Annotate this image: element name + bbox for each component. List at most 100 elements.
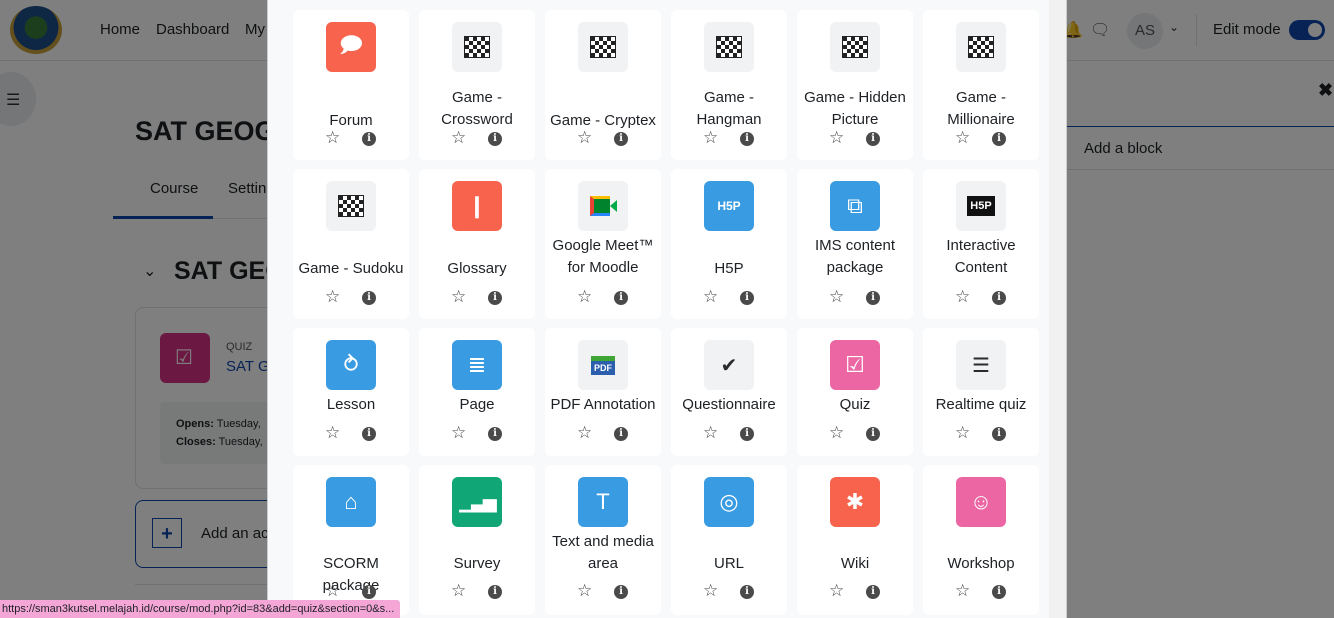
info-icon[interactable]: i <box>614 585 628 599</box>
star-icon[interactable]: ☆ <box>577 128 592 148</box>
activity-tile[interactable]: Game - Cryptex ☆ i <box>545 10 661 160</box>
info-icon[interactable]: i <box>488 585 502 599</box>
activity-tile[interactable]: ▁▃▅ Survey ☆ i <box>419 465 535 615</box>
info-icon[interactable]: i <box>740 132 754 146</box>
star-icon[interactable]: ☆ <box>955 128 970 148</box>
info-icon[interactable]: i <box>992 427 1006 441</box>
bar-chart-icon: ▁▃▅ <box>452 477 502 527</box>
star-icon[interactable]: ☆ <box>955 287 970 307</box>
star-icon[interactable]: ☆ <box>577 423 592 443</box>
info-icon[interactable]: i <box>362 291 376 305</box>
browser-status-url: https://sman3kutsel.melajah.id/course/mo… <box>0 600 401 618</box>
star-icon[interactable]: ☆ <box>577 287 592 307</box>
activity-name: Forum <box>329 112 373 129</box>
google-meet-icon <box>578 181 628 231</box>
info-icon[interactable]: i <box>866 132 880 146</box>
info-icon[interactable]: i <box>992 132 1006 146</box>
star-icon[interactable]: ☆ <box>451 423 466 443</box>
activity-tile[interactable]: ✔ Questionnaire ☆ i <box>671 328 787 456</box>
pdf-icon: PDF <box>578 340 628 390</box>
activity-tile[interactable]: Game - Hidden Picture ☆ i <box>797 10 913 160</box>
activity-name: Survey <box>453 555 501 572</box>
activity-tile[interactable]: ❙ Glossary ☆ i <box>419 169 535 319</box>
activity-tile[interactable]: Game - Sudoku ☆ i <box>293 169 409 319</box>
info-icon[interactable]: i <box>866 427 880 441</box>
star-icon[interactable]: ☆ <box>955 423 970 443</box>
activity-tile[interactable]: ⌂ SCORM package ☆ i <box>293 465 409 615</box>
star-icon[interactable]: ☆ <box>703 423 718 443</box>
info-icon[interactable]: i <box>866 585 880 599</box>
info-icon[interactable]: i <box>740 291 754 305</box>
info-icon[interactable]: i <box>614 291 628 305</box>
activity-name: Game - Sudoku <box>298 260 404 277</box>
activity-chooser-modal: 🗩 Forum ☆ i Game - Crossword ☆ i Game - Cryptex ☆… <box>267 0 1067 618</box>
activity-tile[interactable]: H5P H5P ☆ i <box>671 169 787 319</box>
activity-name: Wiki <box>840 555 870 572</box>
info-icon[interactable]: i <box>740 427 754 441</box>
star-icon[interactable]: ☆ <box>829 423 844 443</box>
chessboard-icon <box>452 22 502 72</box>
activity-tile[interactable]: ✱ Wiki ☆ i <box>797 465 913 615</box>
info-icon[interactable]: i <box>488 132 502 146</box>
star-icon[interactable]: ☆ <box>829 287 844 307</box>
star-icon[interactable]: ☆ <box>451 128 466 148</box>
info-icon[interactable]: i <box>488 291 502 305</box>
info-icon[interactable]: i <box>866 291 880 305</box>
text-frame-icon: T <box>578 477 628 527</box>
network-icon: ✱ <box>830 477 880 527</box>
activity-name: Questionnaire <box>682 396 776 413</box>
activity-tile[interactable]: PDF PDF Annotation ☆ i <box>545 328 661 456</box>
star-icon[interactable]: ☆ <box>829 128 844 148</box>
activity-tile[interactable]: T Text and media area ☆ i <box>545 465 661 615</box>
star-icon[interactable]: ☆ <box>577 581 592 601</box>
activity-name: Lesson <box>326 396 376 413</box>
modal-scrollbar[interactable] <box>1049 0 1066 618</box>
activity-tile[interactable]: ◎ URL ☆ i <box>671 465 787 615</box>
activity-name: IMS content package <box>814 237 896 276</box>
activity-tile[interactable]: 🗩 Forum ☆ i <box>293 10 409 160</box>
star-icon[interactable]: ☆ <box>829 581 844 601</box>
chessboard-icon <box>704 22 754 72</box>
star-icon[interactable]: ☆ <box>703 287 718 307</box>
activity-tile[interactable]: Game - Hangman ☆ i <box>671 10 787 160</box>
activity-tile[interactable]: ☰ Realtime quiz ☆ i <box>923 328 1039 456</box>
star-icon[interactable]: ☆ <box>451 581 466 601</box>
star-icon[interactable]: ☆ <box>703 581 718 601</box>
star-icon[interactable]: ☆ <box>955 581 970 601</box>
list-icon: ☰ <box>956 340 1006 390</box>
chessboard-icon <box>326 181 376 231</box>
star-icon[interactable]: ☆ <box>325 423 340 443</box>
activity-tile[interactable]: ☺ Workshop ☆ i <box>923 465 1039 615</box>
questionnaire-icon: ✔ <box>704 340 754 390</box>
activity-tile[interactable]: Game - Crossword ☆ i <box>419 10 535 160</box>
info-icon[interactable]: i <box>992 585 1006 599</box>
info-icon[interactable]: i <box>992 291 1006 305</box>
info-icon[interactable]: i <box>740 585 754 599</box>
page-icon: ≣ <box>452 340 502 390</box>
book-icon: ❙ <box>452 181 502 231</box>
activity-tile[interactable]: ☑ Quiz ☆ i <box>797 328 913 456</box>
activity-tile[interactable]: ⥁ Lesson ☆ i <box>293 328 409 456</box>
star-icon[interactable]: ☆ <box>451 287 466 307</box>
info-icon[interactable]: i <box>362 427 376 441</box>
info-icon[interactable]: i <box>362 132 376 146</box>
box-icon: ⌂ <box>326 477 376 527</box>
star-icon[interactable]: ☆ <box>325 128 340 148</box>
chessboard-icon <box>578 22 628 72</box>
star-icon[interactable]: ☆ <box>325 287 340 307</box>
activity-tile[interactable]: H5P Interactive Content ☆ i <box>923 169 1039 319</box>
activity-name: Game - Crossword <box>441 89 513 128</box>
activity-name: Realtime quiz <box>935 396 1027 413</box>
quiz-icon: ☑ <box>830 340 880 390</box>
info-icon[interactable]: i <box>614 132 628 146</box>
info-icon[interactable]: i <box>614 427 628 441</box>
info-icon[interactable]: i <box>362 585 376 599</box>
star-icon[interactable]: ☆ <box>703 128 718 148</box>
star-icon[interactable]: ☆ <box>325 581 340 601</box>
activity-tile[interactable]: Google Meet™ for Moodle ☆ i <box>545 169 661 319</box>
activity-name: H5P <box>714 260 744 277</box>
activity-tile[interactable]: Game - Millionaire ☆ i <box>923 10 1039 160</box>
activity-tile[interactable]: ≣ Page ☆ i <box>419 328 535 456</box>
activity-tile[interactable]: ⧉ IMS content package ☆ i <box>797 169 913 319</box>
info-icon[interactable]: i <box>488 427 502 441</box>
